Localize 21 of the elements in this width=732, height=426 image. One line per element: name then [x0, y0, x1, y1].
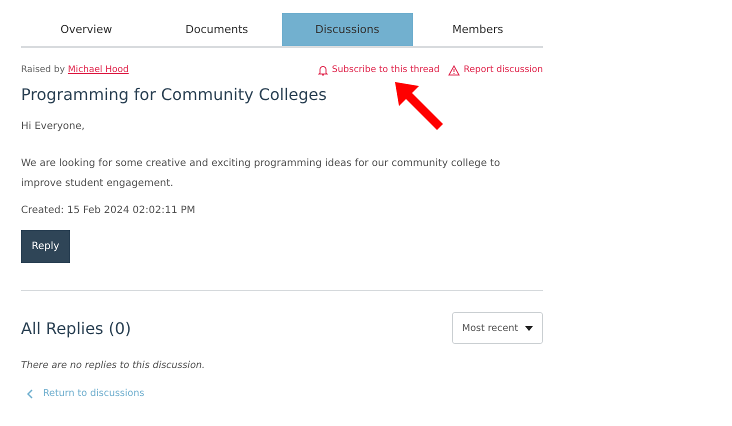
annotation-arrow [395, 82, 443, 130]
sort-dropdown[interactable]: Most recent [452, 312, 543, 344]
chevron-left-icon [27, 388, 33, 398]
message-text: We are looking for some creative and exciting programming ideas for our community college to improve student engagement. [21, 157, 502, 191]
reply-button[interactable]: Reply [21, 230, 70, 263]
warning-icon [448, 64, 460, 76]
raised-by-label: Raised by [21, 65, 65, 75]
tab[interactable]: Documents [152, 13, 282, 46]
discussion-title: Programming for Community Colleges [21, 85, 328, 104]
empty-message: There are no replies to this discussion. [21, 360, 206, 371]
message-text: Hi Everyone, [21, 120, 86, 134]
created-date: Created: 15 Feb 2024 02:02:11 PM [21, 205, 196, 216]
author-link[interactable]: Michael Hood [68, 65, 129, 75]
bell-icon [318, 64, 328, 76]
replies-heading: All Replies (0) [21, 318, 132, 338]
tab[interactable]: Overview [21, 13, 152, 46]
tab[interactable]: Discussions [282, 13, 412, 46]
caret-icon [525, 326, 533, 330]
tab[interactable]: Members [412, 13, 543, 46]
report-link[interactable]: Report discussion [448, 64, 543, 76]
subscribe-link[interactable]: Subscribe to this thread [318, 64, 440, 76]
